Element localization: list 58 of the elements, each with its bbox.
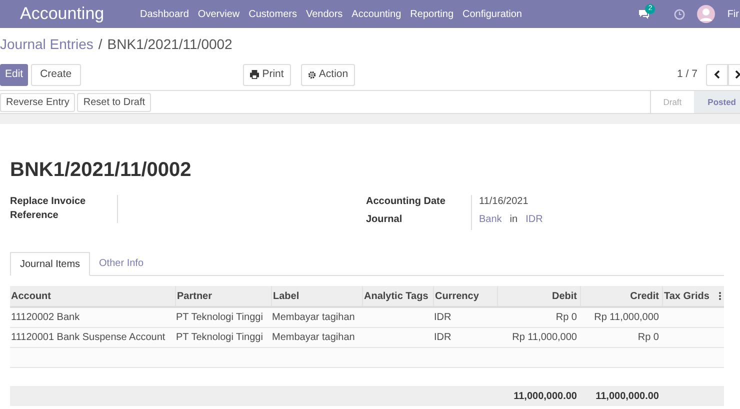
breadcrumb-current: / xyxy=(98,34,102,54)
column-header[interactable]: Label xyxy=(273,288,300,304)
journal-link[interactable]: Bank xyxy=(479,213,502,227)
previous-button[interactable] xyxy=(706,64,728,86)
credit-total: 11,000,000.00 xyxy=(596,390,659,404)
menu-item[interactable]: Dashboard xyxy=(140,6,189,22)
table-cell-text: Membayar tagihan xyxy=(272,311,355,325)
table-cell-text: Rp 0 xyxy=(638,331,659,345)
printer-icon xyxy=(250,70,260,79)
table-cell-text: Membayar tagihan xyxy=(272,331,355,345)
menu-item[interactable]: Vendors xyxy=(306,6,343,22)
menu-item[interactable]: Customers xyxy=(248,6,297,22)
date-value: 11/16/2021 xyxy=(479,195,530,209)
column-header[interactable]: Credit xyxy=(630,288,659,304)
table-cell-text: 11120002 Bank xyxy=(11,311,80,325)
avatar-icon[interactable] xyxy=(697,5,716,23)
pager-value: 1 / 7 xyxy=(677,66,698,82)
column-header[interactable]: Tax Grids xyxy=(664,288,710,304)
chevron-right-icon xyxy=(735,70,740,79)
status-step[interactable]: Posted xyxy=(694,91,740,113)
table-cell-text: Rp 11,000,000 xyxy=(512,331,577,345)
column-header[interactable]: Account xyxy=(11,288,51,304)
table-cell-text: IDR xyxy=(434,331,452,345)
table-cell-text: IDR xyxy=(434,311,452,325)
chevron-left-icon xyxy=(714,70,720,79)
entry-title: BNK1/2021/11/0002 xyxy=(10,158,192,183)
table-cell-text: PT Teknologi Tinggi xyxy=(176,311,263,325)
column-header[interactable]: Analytic Tags xyxy=(364,288,428,304)
header-button[interactable]: Reset to Draft xyxy=(77,92,152,112)
field-label: Journal xyxy=(366,213,404,227)
debit-total: 11,000,000.00 xyxy=(514,390,577,404)
menu-item[interactable]: Accounting xyxy=(352,6,402,22)
breadcrumb-link[interactable]: Journal Entries xyxy=(0,34,94,54)
create-button[interactable]: Create xyxy=(31,64,81,86)
action-button[interactable]: Action xyxy=(301,64,355,86)
in-text: in xyxy=(510,213,518,227)
print-button[interactable]: Print xyxy=(243,64,291,86)
table-cell-text: Rp 11,000,000 xyxy=(594,311,659,325)
field-label: Accounting Date xyxy=(366,195,446,209)
header-button[interactable]: Reverse Entry xyxy=(0,92,76,112)
column-header[interactable]: Currency xyxy=(435,288,479,304)
column-header[interactable]: Debit xyxy=(552,288,577,304)
breadcrumb-current: BNK1/2021/11/0002 xyxy=(107,34,232,54)
tab[interactable]: Journal Items xyxy=(10,252,90,276)
gear-icon xyxy=(308,70,316,78)
edit-button[interactable]: Edit xyxy=(0,64,28,86)
menu-item[interactable]: Reporting xyxy=(410,6,454,22)
currency-link[interactable]: IDR xyxy=(526,213,543,227)
menu-item[interactable]: Overview xyxy=(198,6,240,22)
column-header[interactable]: Partner xyxy=(177,288,212,304)
field-label: Replace Invoice Reference xyxy=(10,195,87,223)
user-name[interactable]: Fir xyxy=(727,6,739,22)
table-cell-text: PT Teknologi Tinggi xyxy=(176,331,263,345)
table-cell-text: Rp 0 xyxy=(556,311,577,325)
app-name[interactable]: Accounting xyxy=(20,1,140,27)
menu-item[interactable]: Configuration xyxy=(462,6,522,22)
tab[interactable]: Other Info xyxy=(90,252,152,275)
table-cell-text: 11120001 Bank Suspense Account xyxy=(11,331,166,345)
